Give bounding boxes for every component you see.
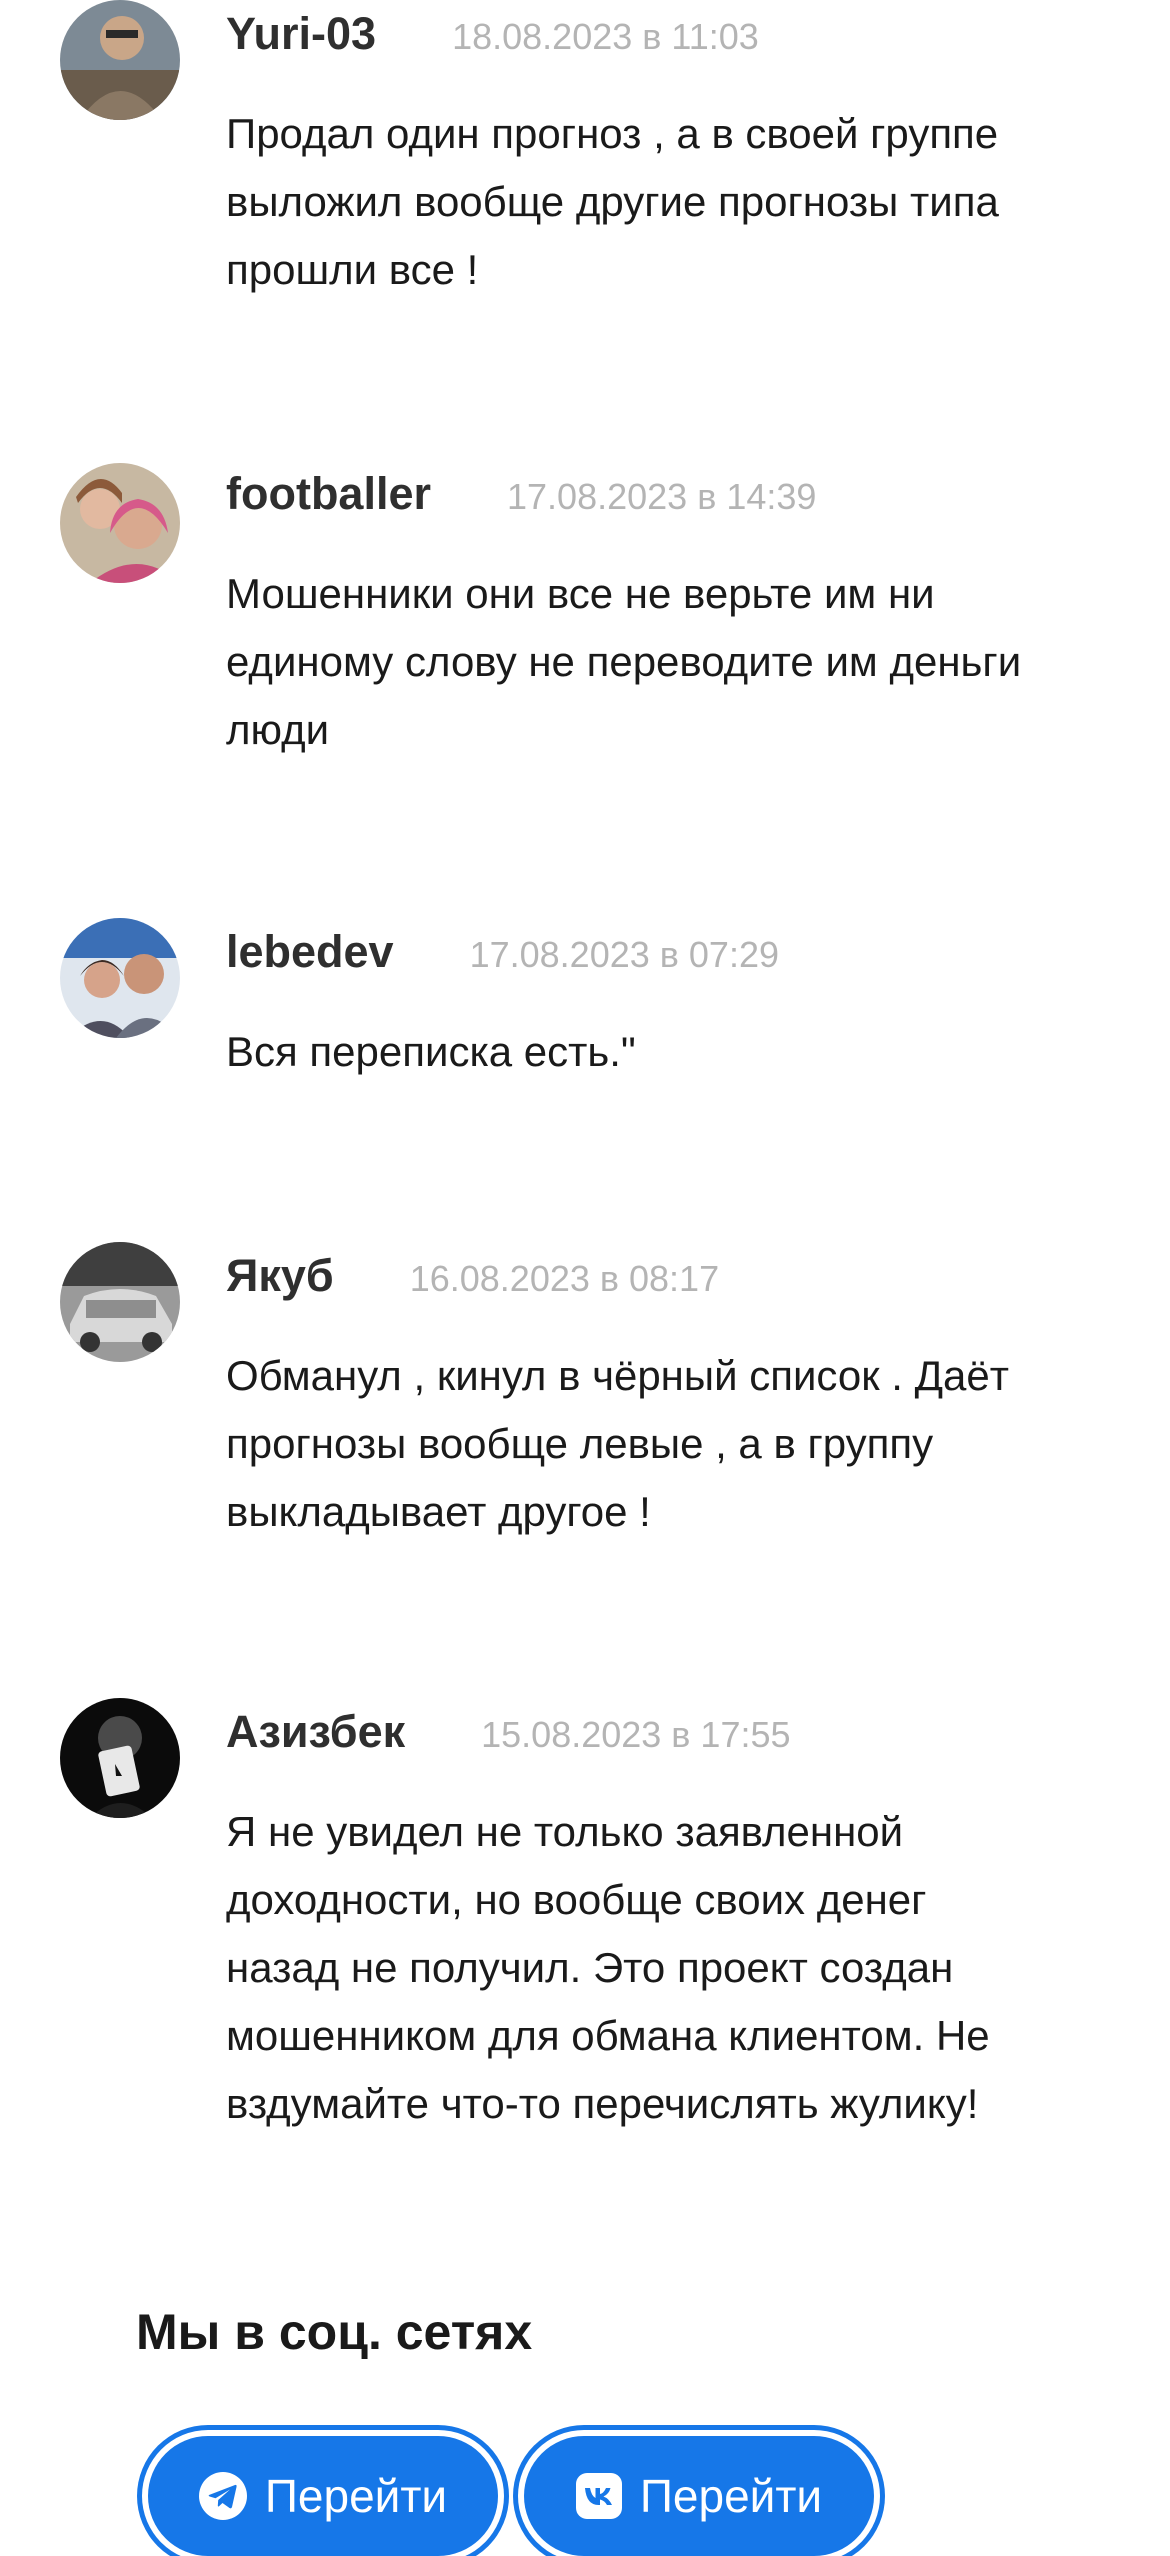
- comment-line: единому слову не переводите им деньги: [226, 638, 1022, 685]
- comment-author[interactable]: footballer: [226, 468, 431, 520]
- comment-author[interactable]: Азизбек: [226, 1706, 405, 1758]
- vk-button-label: Перейти: [639, 2470, 823, 2522]
- social-title: Мы в соц. сетях: [136, 2304, 533, 2360]
- avatar[interactable]: [60, 918, 180, 1038]
- comment-text: Мошенники они все не верьте им ни едином…: [226, 560, 1126, 764]
- comment-line: Продал один прогноз , а в своей группе: [226, 110, 999, 157]
- comment-author[interactable]: Yuri-03: [226, 8, 376, 60]
- comment-line: назад не получил. Это проект создан: [226, 1944, 954, 1991]
- comment-line: доходности, но вообще своих денег: [226, 1876, 927, 1923]
- comment-text: Вся переписка есть.": [226, 1018, 1126, 1086]
- comment-line: мошенником для обмана клиентом. Не: [226, 2012, 990, 2059]
- telegram-icon: [198, 2472, 247, 2520]
- avatar[interactable]: [60, 1242, 180, 1362]
- comment-header: Азизбек 15.08.2023 в 17:55: [226, 1706, 791, 1758]
- comment-header: Yuri-03 18.08.2023 в 11:03: [226, 8, 759, 60]
- avatar-image: [60, 463, 180, 583]
- comment-text: Я не увидел не только заявленной доходно…: [226, 1798, 1126, 2138]
- comment-header: lebedev 17.08.2023 в 07:29: [226, 926, 779, 978]
- comment-date: 17.08.2023 в 07:29: [469, 934, 779, 975]
- comment-line: Мошенники они все не верьте им ни: [226, 570, 935, 617]
- avatar[interactable]: [60, 463, 180, 583]
- comment-author[interactable]: Якуб: [226, 1250, 334, 1302]
- avatar-image: [60, 0, 180, 120]
- comment-line: Вся переписка есть.": [226, 1028, 636, 1075]
- telegram-button-label: Перейти: [264, 2470, 448, 2522]
- comment-line: Обманул , кинул в чёрный список . Даёт: [226, 1352, 1010, 1399]
- avatar-image: [60, 1242, 180, 1362]
- comment-date: 17.08.2023 в 14:39: [507, 476, 817, 517]
- vk-button[interactable]: Перейти: [524, 2436, 874, 2556]
- comment-line: выкладывает другое !: [226, 1488, 651, 1535]
- vk-icon: [575, 2473, 622, 2519]
- comment-header: Якуб 16.08.2023 в 08:17: [226, 1250, 719, 1302]
- comment-author[interactable]: lebedev: [226, 926, 394, 978]
- comment-text: Продал один прогноз , а в своей группе в…: [226, 100, 1126, 304]
- comment-line: выложил вообще другие прогнозы типа: [226, 178, 999, 225]
- comment-line: Я не увидел не только заявленной: [226, 1808, 904, 1855]
- avatar-image: [60, 1698, 180, 1818]
- avatar[interactable]: [60, 1698, 180, 1818]
- comment-date: 18.08.2023 в 11:03: [452, 16, 759, 57]
- comment-line: люди: [226, 706, 330, 753]
- avatar[interactable]: [60, 0, 180, 120]
- comment-line: прогнозы вообще левые , а в группу: [226, 1420, 934, 1467]
- comment-text: Обманул , кинул в чёрный список . Даёт п…: [226, 1342, 1126, 1546]
- comment-line: вздумайте что-то перечислять жулику!: [226, 2080, 979, 2127]
- comment-header: footballer 17.08.2023 в 14:39: [226, 468, 816, 520]
- comment-date: 16.08.2023 в 08:17: [409, 1258, 720, 1299]
- comment-date: 15.08.2023 в 17:55: [481, 1714, 791, 1755]
- comment-line: прошли все !: [226, 246, 479, 293]
- avatar-image: [60, 918, 180, 1038]
- telegram-button[interactable]: Перейти: [148, 2436, 498, 2556]
